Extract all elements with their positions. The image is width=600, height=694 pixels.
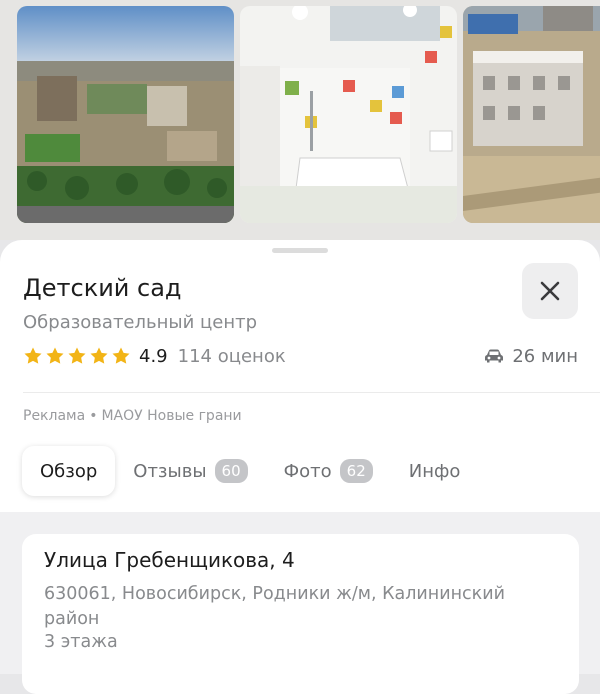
tab-label: Инфо bbox=[408, 460, 461, 482]
ad-separator: • bbox=[89, 408, 98, 424]
route-time-button[interactable]: 26 мин bbox=[484, 344, 578, 368]
tab-label: Обзор bbox=[40, 460, 98, 482]
rating-row[interactable]: 4.9 114 оценок bbox=[23, 344, 286, 368]
star-icon bbox=[24, 347, 42, 364]
close-icon bbox=[540, 281, 560, 301]
star-icon bbox=[46, 347, 64, 364]
car-icon bbox=[485, 349, 504, 363]
building-floors: 3 этажа bbox=[44, 632, 118, 652]
star-icon bbox=[68, 347, 86, 364]
tab-photos[interactable]: Фото 62 bbox=[266, 446, 391, 496]
place-title: Детский сад bbox=[23, 274, 182, 302]
ad-sponsor[interactable]: МАОУ Новые грани bbox=[101, 408, 241, 424]
shower-room-photo[interactable] bbox=[240, 6, 457, 223]
rating-value: 4.9 bbox=[139, 345, 168, 367]
tab-overview[interactable]: Обзор bbox=[22, 446, 116, 496]
divider bbox=[23, 392, 600, 393]
close-button[interactable] bbox=[522, 263, 578, 319]
star-icon bbox=[112, 347, 130, 364]
tab-info[interactable]: Инфо bbox=[391, 446, 479, 496]
place-card-sheet: Детский сад Образовательный центр 4.9 11… bbox=[0, 240, 600, 694]
overview-content: Улица Гребенщикова, 4 630061, Новосибирс… bbox=[0, 512, 600, 694]
tab-label: Отзывы bbox=[133, 460, 207, 482]
building-construction-photo[interactable] bbox=[463, 6, 600, 223]
photos-count-badge: 62 bbox=[339, 459, 373, 483]
photo-gallery[interactable] bbox=[0, 0, 600, 240]
rating-count: 114 оценок bbox=[177, 345, 286, 367]
tab-label: Фото bbox=[283, 460, 332, 482]
tab-bar: Обзор Отзывы 60 Фото 62 Инфо bbox=[22, 446, 478, 496]
sheet-grabber[interactable] bbox=[272, 248, 328, 253]
ad-line: Реклама • МАОУ Новые грани bbox=[23, 408, 242, 424]
reviews-count-badge: 60 bbox=[214, 459, 248, 483]
address-street: Улица Гребенщикова, 4 bbox=[44, 548, 295, 572]
tab-reviews[interactable]: Отзывы 60 bbox=[115, 446, 265, 496]
rating-stars bbox=[23, 346, 131, 366]
route-time: 26 мин bbox=[512, 345, 578, 367]
address-card[interactable]: Улица Гребенщикова, 4 630061, Новосибирс… bbox=[22, 534, 579, 694]
address-details: 630061, Новосибирск, Родники ж/м, Калини… bbox=[44, 584, 505, 629]
star-icon bbox=[90, 347, 108, 364]
aerial-view-photo[interactable] bbox=[17, 6, 234, 223]
ad-label: Реклама bbox=[23, 408, 86, 424]
place-category: Образовательный центр bbox=[23, 312, 258, 333]
